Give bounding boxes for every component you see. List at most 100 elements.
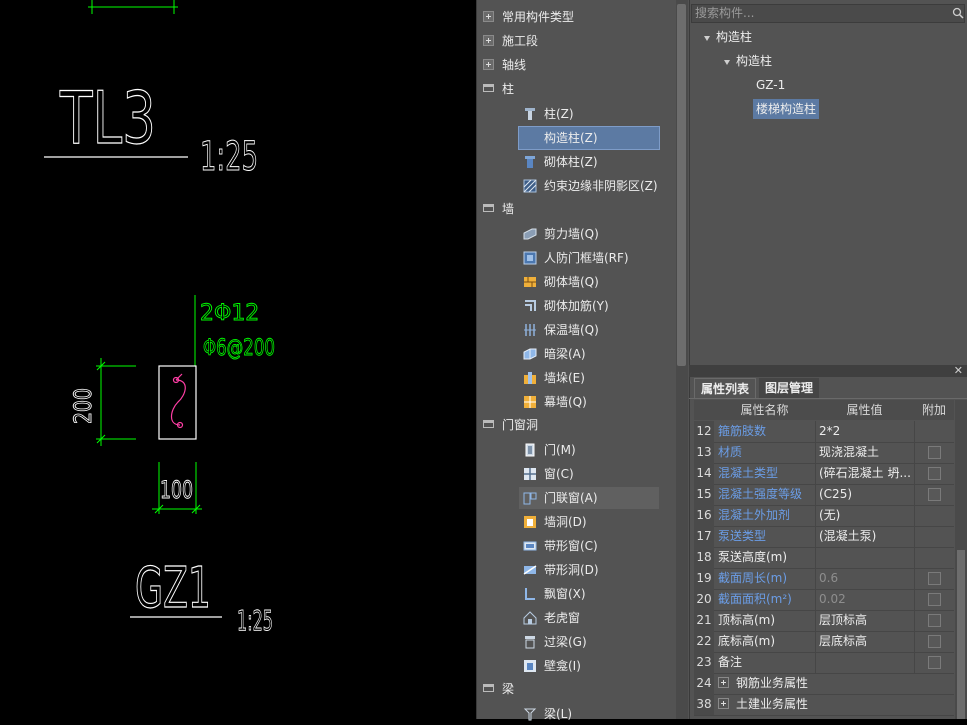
property-value[interactable]: 现浇混凝土: [819, 442, 914, 463]
folder-open-icon[interactable]: [483, 203, 494, 214]
property-value[interactable]: 2*2: [819, 421, 914, 442]
instance-group[interactable]: 构造柱: [736, 51, 772, 71]
property-value[interactable]: 层顶标高: [819, 610, 914, 631]
tab-layer-management[interactable]: 图层管理: [759, 378, 820, 398]
property-row[interactable]: 14 混凝土类型 (碎石混凝土 坍...: [694, 463, 954, 485]
expand-icon[interactable]: [483, 11, 494, 22]
extra-checkbox[interactable]: [928, 614, 941, 627]
property-row[interactable]: 13 材质 现浇混凝土: [694, 442, 954, 464]
tree-item-masonry-column[interactable]: 砌体柱(Z): [519, 151, 659, 173]
component-search-input[interactable]: 搜索构件...: [691, 4, 965, 23]
property-row[interactable]: 24 钢筋业务属性: [694, 673, 954, 695]
row-number: 38: [694, 694, 714, 715]
instance-stair-column[interactable]: 楼梯构造柱: [753, 99, 820, 119]
property-scrollbar-thumb[interactable]: [957, 550, 965, 719]
tree-category-column[interactable]: 柱: [476, 77, 674, 101]
property-row[interactable]: 38 土建业务属性: [694, 694, 954, 716]
tree-item-strip-window[interactable]: 带形窗(C): [519, 535, 659, 557]
tree-item-shear-wall[interactable]: 剪力墙(Q): [519, 223, 659, 245]
instance-gz-1[interactable]: GZ-1: [756, 75, 785, 95]
property-value[interactable]: 0.02: [819, 589, 914, 610]
tree-category-axis[interactable]: 轴线: [476, 53, 674, 77]
tree-item-window[interactable]: 窗(C): [519, 463, 659, 485]
property-name: 混凝土外加剂: [718, 508, 791, 522]
tree-item-lintel[interactable]: 过梁(G): [519, 631, 659, 653]
instance-panel: [689, 0, 967, 365]
door-icon: [525, 443, 535, 457]
property-row[interactable]: 21 顶标高(m) 层顶标高: [694, 610, 954, 632]
collapse-arrow-icon[interactable]: [724, 60, 730, 65]
tree-item-niche[interactable]: 壁龛(I): [519, 655, 659, 677]
tree-item-bay-window[interactable]: 飘窗(X): [519, 583, 659, 605]
property-value[interactable]: (碎石混凝土 坍...: [819, 463, 914, 484]
property-row[interactable]: 17 泵送类型 (混凝土泵): [694, 526, 954, 548]
tree-item-beam[interactable]: 梁(L): [519, 703, 659, 725]
tree-item-wall-pier[interactable]: 墙垛(E): [519, 367, 659, 389]
extra-checkbox[interactable]: [928, 488, 941, 501]
property-row[interactable]: 23 备注: [694, 652, 954, 674]
tree-item-constraint-edge[interactable]: 约束边缘非阴影区(Z): [519, 175, 659, 197]
row-number: 14: [694, 463, 714, 484]
row-number: 21: [694, 610, 714, 631]
tree-item-strip-opening[interactable]: 带形洞(D): [519, 559, 659, 581]
tree-item-wall-opening[interactable]: 墙洞(D): [519, 511, 659, 533]
property-row[interactable]: 18 泵送高度(m): [694, 547, 954, 569]
tree-item-insulation-wall[interactable]: 保温墙(Q): [519, 319, 659, 341]
property-value[interactable]: (混凝土泵): [819, 526, 914, 547]
property-row[interactable]: 12 箍筋肢数 2*2: [694, 421, 954, 443]
property-value[interactable]: 层底标高: [819, 631, 914, 652]
property-row[interactable]: 15 混凝土强度等级 (C25): [694, 484, 954, 506]
property-row[interactable]: 22 底标高(m) 层底标高: [694, 631, 954, 653]
expand-icon[interactable]: [718, 677, 729, 688]
tree-category-common[interactable]: 常用构件类型: [476, 5, 674, 29]
extra-checkbox[interactable]: [928, 635, 941, 648]
column-divider: [815, 463, 816, 484]
expand-icon[interactable]: [718, 698, 729, 709]
tree-item-dormer-window[interactable]: 老虎窗: [519, 607, 659, 629]
folder-open-icon[interactable]: [483, 419, 494, 430]
cad-canvas[interactable]: TL3 1:25 2Φ12 Φ6@200 200 100 GZ1 1:25: [0, 0, 476, 719]
property-value[interactable]: 0.6: [819, 568, 914, 589]
extra-checkbox[interactable]: [928, 572, 941, 585]
extra-checkbox[interactable]: [928, 593, 941, 606]
row-number: 22: [694, 631, 714, 652]
extra-checkbox[interactable]: [928, 446, 941, 459]
property-row[interactable]: 20 截面面积(m²) 0.02: [694, 589, 954, 611]
column-divider: [815, 547, 816, 568]
property-value[interactable]: (C25): [819, 484, 914, 505]
expand-icon[interactable]: [483, 59, 494, 70]
tree-category-wall[interactable]: 墙: [476, 197, 674, 221]
tree-item-masonry-rebar[interactable]: 砌体加筋(Y): [519, 295, 659, 317]
tree-item-door-window[interactable]: 门联窗(A): [519, 487, 659, 509]
search-icon[interactable]: [952, 7, 964, 19]
tree-item-hidden-beam[interactable]: 暗梁(A): [519, 343, 659, 365]
folder-open-icon[interactable]: [483, 683, 494, 694]
property-value[interactable]: (无): [819, 505, 914, 526]
expand-icon[interactable]: [483, 35, 494, 46]
tree-item-door[interactable]: 门(M): [519, 439, 659, 461]
tree-item-civil-defense-door-wall[interactable]: 人防门框墙(RF): [519, 247, 659, 269]
close-icon[interactable]: ✕: [954, 364, 963, 377]
tree-item-masonry-wall[interactable]: 砌体墙(Q): [519, 271, 659, 293]
row-number: 19: [694, 568, 714, 589]
tree-item-column[interactable]: 柱(Z): [519, 103, 659, 125]
extra-checkbox[interactable]: [928, 467, 941, 480]
tree-category-beam[interactable]: 梁: [476, 677, 674, 701]
tab-property-list[interactable]: 属性列表: [694, 378, 757, 399]
tree-scrollbar-thumb[interactable]: [677, 4, 686, 366]
rebar-top-label: 2Φ12: [200, 301, 259, 326]
cad-drawing[interactable]: TL3 1:25 2Φ12 Φ6@200 200 100 GZ1 1:25: [0, 0, 476, 719]
tree-item-structural-column[interactable]: 构造柱(Z): [518, 126, 660, 150]
folder-open-icon[interactable]: [483, 83, 494, 94]
tree-category-construction-section[interactable]: 施工段: [476, 29, 674, 53]
tree-item-curtain-wall[interactable]: 幕墙(Q): [519, 391, 659, 413]
extra-checkbox[interactable]: [928, 656, 941, 669]
collapse-arrow-icon[interactable]: [704, 36, 710, 41]
property-row[interactable]: 16 混凝土外加剂 (无): [694, 505, 954, 527]
property-row[interactable]: 19 截面周长(m) 0.6: [694, 568, 954, 590]
instance-root[interactable]: 构造柱: [716, 27, 752, 47]
tree-category-door-window-opening[interactable]: 门窗洞: [476, 413, 674, 437]
panel-splitter[interactable]: ✕: [689, 364, 967, 377]
scale-label-2: 1:25: [237, 604, 273, 637]
row-number: 20: [694, 589, 714, 610]
